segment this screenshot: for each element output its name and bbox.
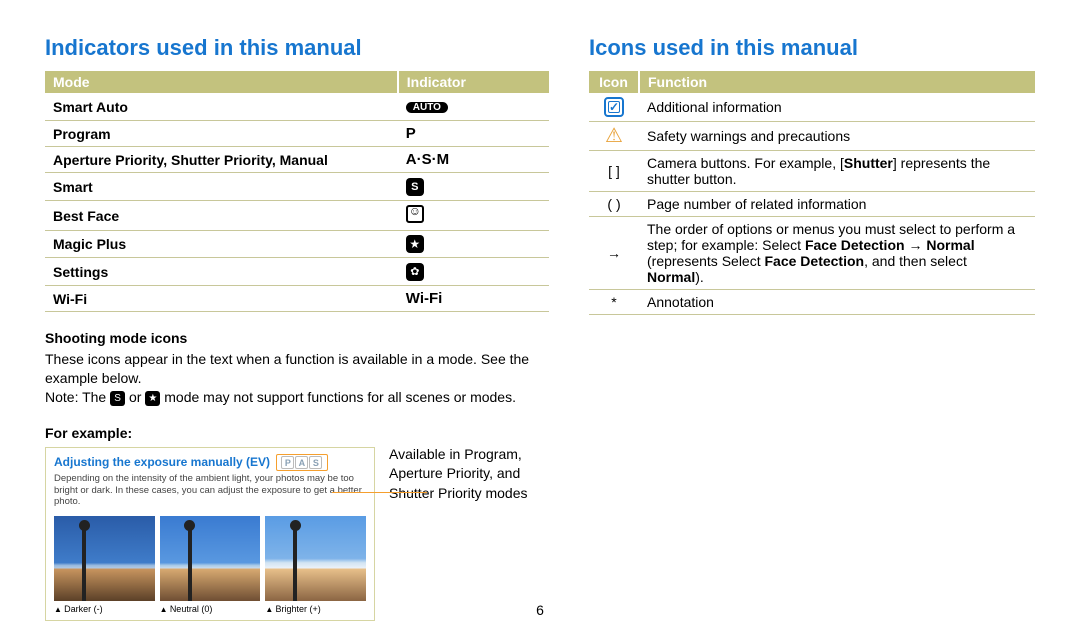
- page-number: 6: [0, 602, 1080, 618]
- example-thumb-darker: [54, 516, 155, 601]
- wifi-indicator: Wi-Fi: [406, 290, 443, 307]
- for-example-heading: For example:: [45, 425, 549, 441]
- icons-table: Icon Function ✓ Additional information ⚠…: [589, 71, 1035, 315]
- function-text: Annotation: [639, 290, 1035, 315]
- p-indicator: P: [406, 125, 416, 142]
- mode: Program: [45, 121, 398, 147]
- shooting-note: Note: The S or ★ mode may not support fu…: [45, 388, 549, 407]
- indicators-heading: Indicators used in this manual: [45, 35, 549, 61]
- shooting-mode-icons-text: These icons appear in the text when a fu…: [45, 350, 549, 388]
- mode: Magic Plus: [45, 231, 398, 258]
- icons-heading: Icons used in this manual: [589, 35, 1035, 61]
- parens-icon: ( ): [589, 192, 639, 217]
- example-thumb-brighter: [265, 516, 366, 601]
- arrow-icon: →: [589, 217, 639, 290]
- shooting-mode-icons-heading: Shooting mode icons: [45, 330, 549, 346]
- info-icon: ✓: [604, 97, 624, 117]
- example-side-text: Available in Program, Aperture Priority,…: [389, 445, 549, 504]
- magicplus-icon: ★: [406, 235, 424, 253]
- example-thumb-neutral: [160, 516, 261, 601]
- mode: Best Face: [45, 201, 398, 231]
- col-indicator: Indicator: [398, 71, 549, 93]
- mode: Settings: [45, 258, 398, 286]
- mode: Aperture Priority, Shutter Priority, Man…: [45, 147, 398, 173]
- brackets-icon: [ ]: [589, 151, 639, 192]
- col-icon: Icon: [589, 71, 639, 93]
- function-text: Safety warnings and precautions: [639, 122, 1035, 151]
- mode: Smart: [45, 173, 398, 201]
- asm-indicator: A·S·M: [406, 151, 449, 168]
- col-function: Function: [639, 71, 1035, 93]
- pas-badge: PAS: [276, 454, 328, 471]
- function-text: The order of options or menus you must s…: [639, 217, 1035, 290]
- example-title: Adjusting the exposure manually (EV): [54, 455, 270, 469]
- smart-icon-small: S: [110, 391, 125, 406]
- function-text: Additional information: [639, 93, 1035, 122]
- magicplus-icon-small: ★: [145, 391, 160, 406]
- settings-icon: ✿: [406, 263, 424, 281]
- function-text: Page number of related information: [639, 192, 1035, 217]
- bestface-icon: [406, 205, 424, 223]
- function-text: Camera buttons. For example, [Shutter] r…: [639, 151, 1035, 192]
- col-mode: Mode: [45, 71, 398, 93]
- example-desc: Depending on the intensity of the ambien…: [54, 473, 366, 509]
- mode: Smart Auto: [45, 93, 398, 121]
- indicators-table: Mode Indicator Smart Auto AUTO Program P A…: [45, 71, 549, 312]
- example-box: Adjusting the exposure manually (EV) PAS…: [45, 447, 375, 622]
- smart-icon: S: [406, 178, 424, 196]
- callout-line: [332, 492, 427, 493]
- warning-icon: ⚠: [605, 126, 623, 146]
- asterisk-icon: *: [589, 290, 639, 315]
- mode: Wi-Fi: [45, 286, 398, 312]
- auto-icon: AUTO: [406, 102, 448, 113]
